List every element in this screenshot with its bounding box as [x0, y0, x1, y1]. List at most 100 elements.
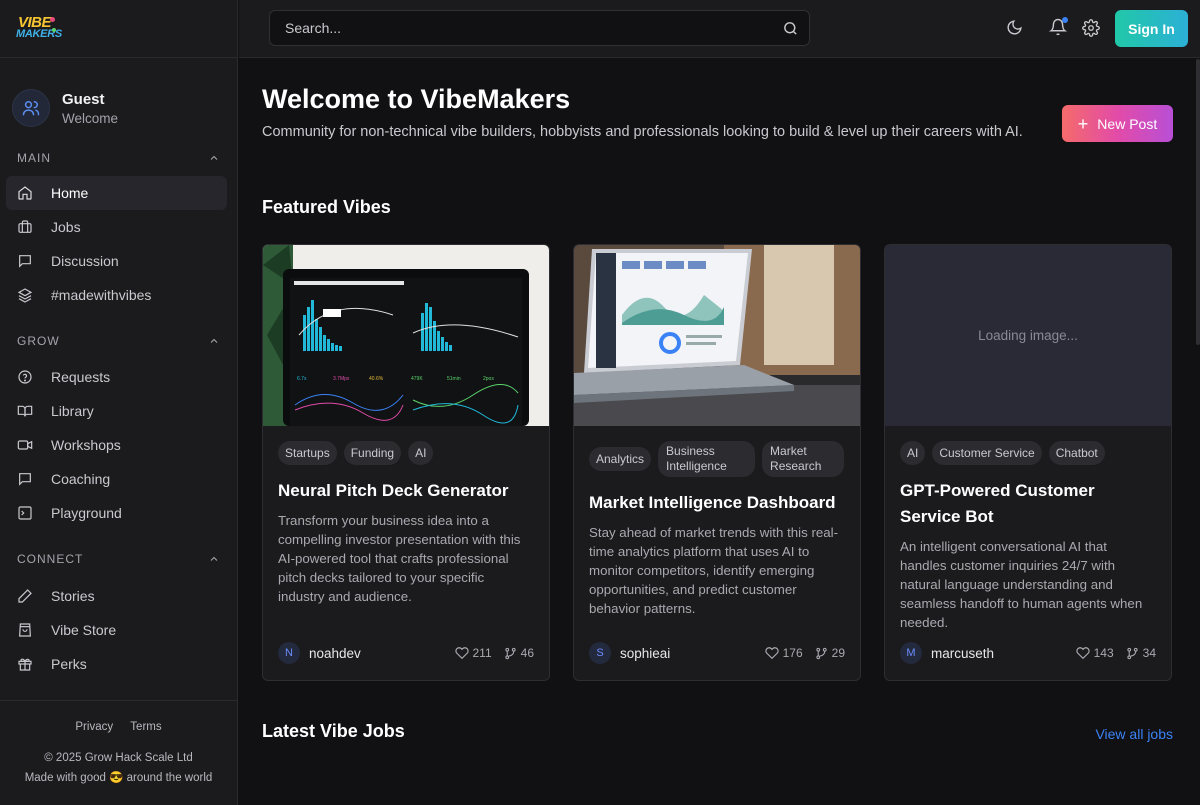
svg-text:479K: 479K [411, 376, 423, 382]
likes-count[interactable]: 176 [764, 646, 803, 660]
sidebar-item-jobs[interactable]: Jobs [6, 210, 227, 244]
vibe-card[interactable]: 6.7x 3.7Mpx 40.6% 479K 51min 2pos Startups F… [262, 244, 550, 681]
guest-avatar [12, 89, 50, 127]
user-card[interactable]: Guest Welcome [0, 58, 237, 138]
heart-icon [764, 647, 779, 660]
likes-count[interactable]: 211 [454, 646, 492, 660]
author-name[interactable]: noahdev [309, 646, 443, 661]
card-tags: AI Customer Service Chatbot [900, 441, 1156, 465]
tag[interactable]: Funding [343, 441, 402, 465]
tag[interactable]: Analytics [589, 447, 652, 471]
svg-text:40.6%: 40.6% [369, 376, 384, 382]
logo-area: VIBE MAKERS [0, 0, 237, 58]
users-icon [22, 101, 40, 116]
book-icon [17, 405, 33, 417]
fork-icon [1126, 647, 1138, 659]
main-content: Welcome to VibeMakers Community for non-… [239, 59, 1200, 805]
card-footer: S sophieai 176 29 [589, 642, 845, 664]
vibe-card[interactable]: Loading image... AI Customer Service Cha… [884, 244, 1172, 681]
user-name: Guest [62, 90, 105, 108]
vibemakers-logo[interactable]: VIBE MAKERS [16, 14, 62, 44]
author-name[interactable]: sophieai [620, 646, 753, 661]
card-title[interactable]: Market Intelligence Dashboard [589, 490, 845, 516]
fork-icon [504, 647, 516, 659]
sidebar-item-requests[interactable]: Requests [6, 360, 227, 394]
briefcase-icon [18, 220, 32, 233]
forks-count[interactable]: 29 [815, 646, 845, 660]
sidebar-item-vibe-store[interactable]: Vibe Store [6, 613, 227, 647]
author-avatar[interactable]: N [278, 642, 300, 664]
sidebar-footer: Privacy Terms © 2025 Grow Hack Scale Ltd… [0, 700, 237, 805]
card-image-pitch-deck: 6.7x 3.7Mpx 40.6% 479K 51min 2pos [263, 245, 549, 426]
notification-button[interactable] [1049, 17, 1068, 36]
section-header-grow[interactable]: GROW [0, 329, 237, 353]
card-image-placeholder: Loading image... [885, 245, 1171, 426]
plus-icon: + [1077, 113, 1089, 134]
scrollbar[interactable] [1196, 59, 1200, 345]
tag[interactable]: Chatbot [1048, 441, 1105, 465]
card-description: Transform your business idea into a comp… [278, 513, 521, 604]
new-post-button[interactable]: + New Post [1062, 105, 1173, 142]
card-tags: Startups Funding AI [278, 441, 534, 465]
author-avatar[interactable]: M [900, 642, 922, 664]
sign-in-button[interactable]: Sign In [1115, 10, 1188, 47]
tag[interactable]: Market Research [762, 441, 845, 477]
sidebar-item-playground[interactable]: Playground [6, 496, 227, 530]
section-header-connect[interactable]: CONNECT [0, 547, 237, 571]
nav-section-grow: GROW Requests Library Workshops Coaching… [0, 329, 237, 530]
latest-jobs-heading: Latest Vibe Jobs [262, 721, 405, 741]
sidebar-item-library[interactable]: Library [6, 394, 227, 428]
card-tags: Analytics Business Intelligence Market R… [589, 441, 845, 477]
search-icon[interactable] [782, 20, 799, 37]
tag[interactable]: Business Intelligence [658, 441, 756, 477]
tag[interactable]: AI [900, 441, 926, 465]
likes-count[interactable]: 143 [1075, 646, 1114, 660]
card-footer: M marcuseth 143 34 [900, 642, 1156, 664]
sidebar-item-home[interactable]: Home [6, 176, 227, 210]
user-subtitle: Welcome [62, 110, 119, 126]
made-with-text: Made with good 😎 around the world [24, 772, 213, 784]
fork-icon [815, 647, 827, 659]
sidebar-item-perks[interactable]: Perks [6, 647, 227, 681]
tag[interactable]: Startups [278, 441, 337, 465]
svg-text:51min: 51min [447, 376, 461, 382]
privacy-link[interactable]: Privacy [75, 721, 113, 733]
card-title[interactable]: Neural Pitch Deck Generator [278, 478, 534, 504]
section-header-main[interactable]: MAIN [0, 146, 237, 170]
sidebar-item-stories[interactable]: Stories [6, 579, 227, 613]
tag[interactable]: Customer Service [932, 441, 1042, 465]
bag-icon [19, 623, 31, 637]
card-description: Stay ahead of market trends with this re… [589, 525, 839, 616]
search-bar[interactable] [269, 10, 810, 46]
loading-image-text: Loading image... [885, 245, 1171, 426]
search-input[interactable] [285, 20, 765, 36]
vibe-card[interactable]: Analytics Business Intelligence Market R… [573, 244, 861, 681]
tag[interactable]: AI [408, 441, 434, 465]
author-name[interactable]: marcuseth [931, 646, 1064, 661]
author-avatar[interactable]: S [589, 642, 611, 664]
view-all-jobs-link[interactable]: View all jobs [1095, 726, 1173, 742]
sidebar: VIBE MAKERS Guest Welcome MAIN Home Jobs [0, 0, 238, 805]
topbar: Sign In [239, 0, 1200, 58]
terms-link[interactable]: Terms [130, 721, 161, 733]
video-icon [17, 440, 33, 450]
sidebar-item-coaching[interactable]: Coaching [6, 462, 227, 496]
copyright-text: © 2025 Grow Hack Scale Ltd [44, 752, 193, 764]
chevron-up-icon [210, 155, 218, 160]
moon-icon[interactable] [1006, 19, 1023, 36]
gear-icon[interactable] [1082, 19, 1100, 37]
forks-count[interactable]: 34 [1126, 646, 1156, 660]
notification-dot [1062, 17, 1068, 23]
gift-icon [18, 658, 32, 671]
featured-vibes-heading: Featured Vibes [262, 197, 391, 217]
sidebar-item-workshops[interactable]: Workshops [6, 428, 227, 462]
card-title[interactable]: GPT-Powered Customer Service Bot [900, 478, 1156, 530]
forks-count[interactable]: 46 [504, 646, 534, 660]
card-description: An intelligent conversational AI that ha… [900, 539, 1143, 630]
sidebar-item-discussion[interactable]: Discussion [6, 244, 227, 278]
heart-icon [454, 647, 469, 660]
sidebar-item-madewithvibes[interactable]: #madewithvibes [6, 278, 227, 312]
message-icon [19, 255, 31, 268]
svg-text:3.7Mpx: 3.7Mpx [333, 376, 350, 382]
page-title: Welcome to VibeMakers [262, 84, 571, 114]
